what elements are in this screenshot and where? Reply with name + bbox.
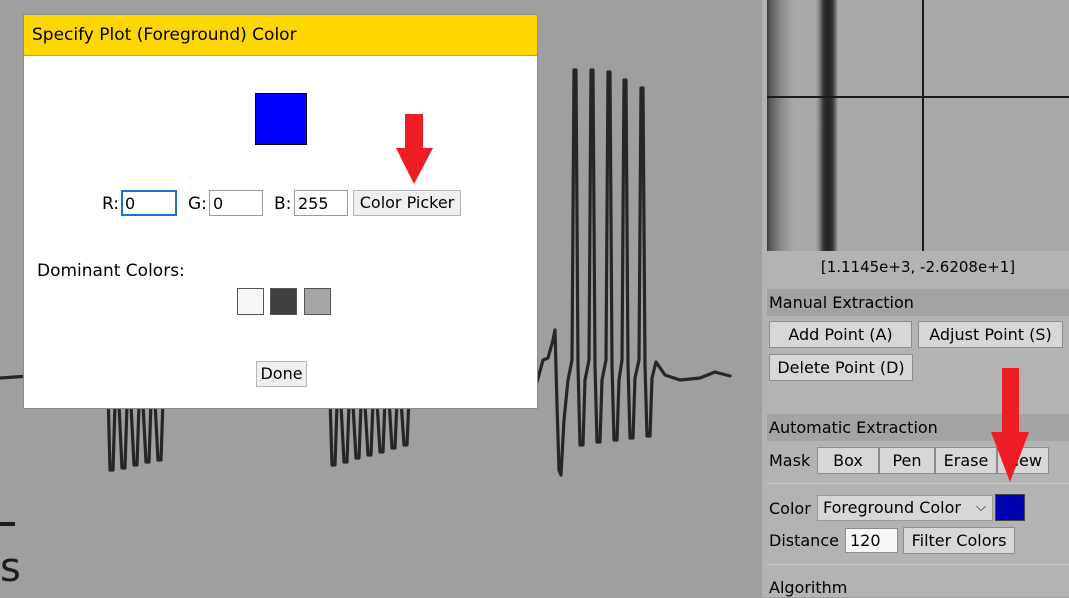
zoom-magnifier-view: [767, 0, 1069, 251]
color-picker-button[interactable]: Color Picker: [353, 190, 461, 216]
crosshair-vertical: [922, 0, 924, 251]
annotation-arrow-down-icon: [396, 114, 433, 184]
manual-extraction-header: Manual Extraction: [767, 289, 1069, 316]
zoom-waveform-trace: [816, 0, 838, 251]
add-point-button[interactable]: Add Point (A): [769, 321, 912, 348]
mask-box-button[interactable]: Box: [817, 447, 879, 474]
crosshair-horizontal: [767, 96, 1069, 98]
adjust-point-button[interactable]: Adjust Point (S): [918, 321, 1063, 348]
color-mode-select[interactable]: Foreground Color ⌵: [817, 495, 993, 521]
annotation-arrow-down-icon: [991, 368, 1029, 482]
blue-label: B:: [274, 194, 292, 214]
distance-label: Distance: [769, 531, 839, 550]
algorithm-label: Algorithm: [769, 578, 848, 597]
red-value-input[interactable]: [121, 190, 177, 216]
delete-point-button[interactable]: Delete Point (D): [769, 354, 913, 381]
specify-color-dialog: Specify Plot (Foreground) Color R: G: B:…: [23, 14, 538, 409]
cursor-coordinate-readout: [1.1145e+3, -2.6208e+1]: [820, 258, 1016, 276]
mask-erase-button[interactable]: Erase: [935, 447, 997, 474]
foreground-color-swatch[interactable]: [995, 494, 1025, 521]
green-value-input[interactable]: [209, 190, 263, 216]
section-divider: [767, 564, 1069, 565]
blue-value-input[interactable]: [294, 190, 348, 216]
color-mode-value: Foreground Color: [823, 498, 961, 517]
color-label: Color: [769, 499, 811, 518]
dominant-color-swatch-dark-gray[interactable]: [270, 288, 297, 315]
distance-input[interactable]: 120: [845, 528, 898, 553]
mask-label: Mask: [769, 451, 811, 470]
red-label: R:: [102, 194, 120, 214]
dominant-color-swatch-gray[interactable]: [304, 288, 331, 315]
mask-pen-button[interactable]: Pen: [879, 447, 935, 474]
dominant-color-swatch-white[interactable]: [237, 288, 264, 315]
color-preview-swatch: [255, 93, 307, 145]
filter-colors-button[interactable]: Filter Colors: [903, 527, 1015, 554]
zoom-edge-trace: [767, 0, 1069, 251]
dominant-colors-label: Dominant Colors:: [37, 261, 185, 281]
dialog-title: Specify Plot (Foreground) Color: [24, 15, 537, 56]
axis-tick-mark: [0, 522, 15, 526]
axis-unit-label: s: [0, 545, 21, 591]
done-button[interactable]: Done: [256, 361, 307, 387]
green-label: G:: [188, 194, 207, 214]
chevron-down-icon: ⌵: [976, 500, 986, 515]
